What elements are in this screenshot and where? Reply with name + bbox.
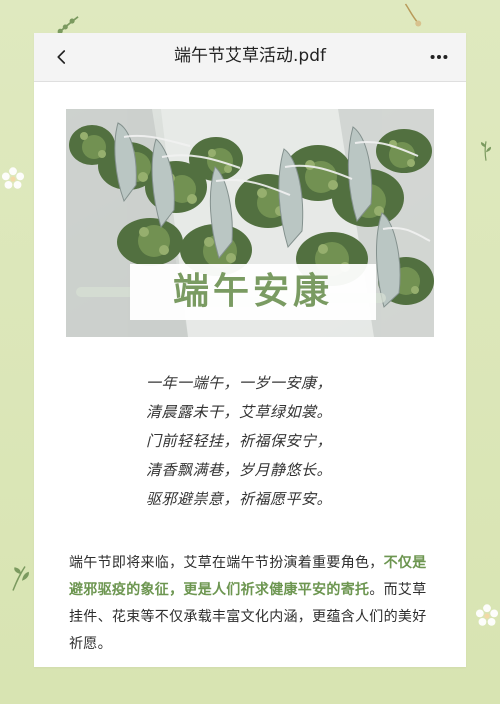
poem-block: 一年一端午，一岁一安康， 清晨露未干，艾草绿如裳。 门前轻轻挂，祈福保安宁， 清…: [146, 369, 354, 514]
top-right-leaf-icon: [404, 3, 422, 27]
hero-image: 端午安康: [66, 109, 434, 337]
right-sprig-icon: [481, 141, 491, 161]
back-arrow-icon: [57, 50, 66, 64]
poem-line: 清香飘满巷，岁月静悠长。: [146, 461, 333, 479]
document-title: 端午节艾草活动.pdf: [174, 46, 326, 66]
poem-line: 一年一端午，一岁一安康，: [146, 374, 333, 392]
description-paragraph: 端午节即将来临，艾草在端午节扮演着重要角色，不仅是避邪驱疫的象征，更是人们祈求健…: [69, 550, 434, 658]
pdf-page: 端午节艾草活动.pdf 端午安康 一年一端午，一岁一安康， 清晨露未干，艾草绿如…: [34, 33, 466, 667]
more-options-button[interactable]: [422, 43, 456, 71]
hero-overlay-title: 端午安康: [130, 264, 376, 320]
more-dots-icon: [430, 54, 448, 60]
poem-line: 门前轻轻挂，祈福保安宁，: [146, 432, 333, 450]
paragraph-text-start: 端午节即将来临，艾草在端午节扮演着重要角色，: [69, 555, 384, 571]
poem-line: 驱邪避祟意，祈福愿平安。: [146, 490, 333, 508]
left-flower-icon: [1, 167, 25, 189]
right-flower-icon: [475, 604, 499, 626]
poem-line: 清晨露未干，艾草绿如裳。: [146, 403, 333, 421]
left-bottom-leaf-icon: [12, 566, 29, 591]
screen-root: 端午节艾草活动.pdf 端午安康 一年一端午，一岁一安康， 清晨露未干，艾草绿如…: [0, 0, 500, 704]
viewer-header: 端午节艾草活动.pdf: [34, 33, 466, 82]
back-button[interactable]: [48, 43, 76, 71]
